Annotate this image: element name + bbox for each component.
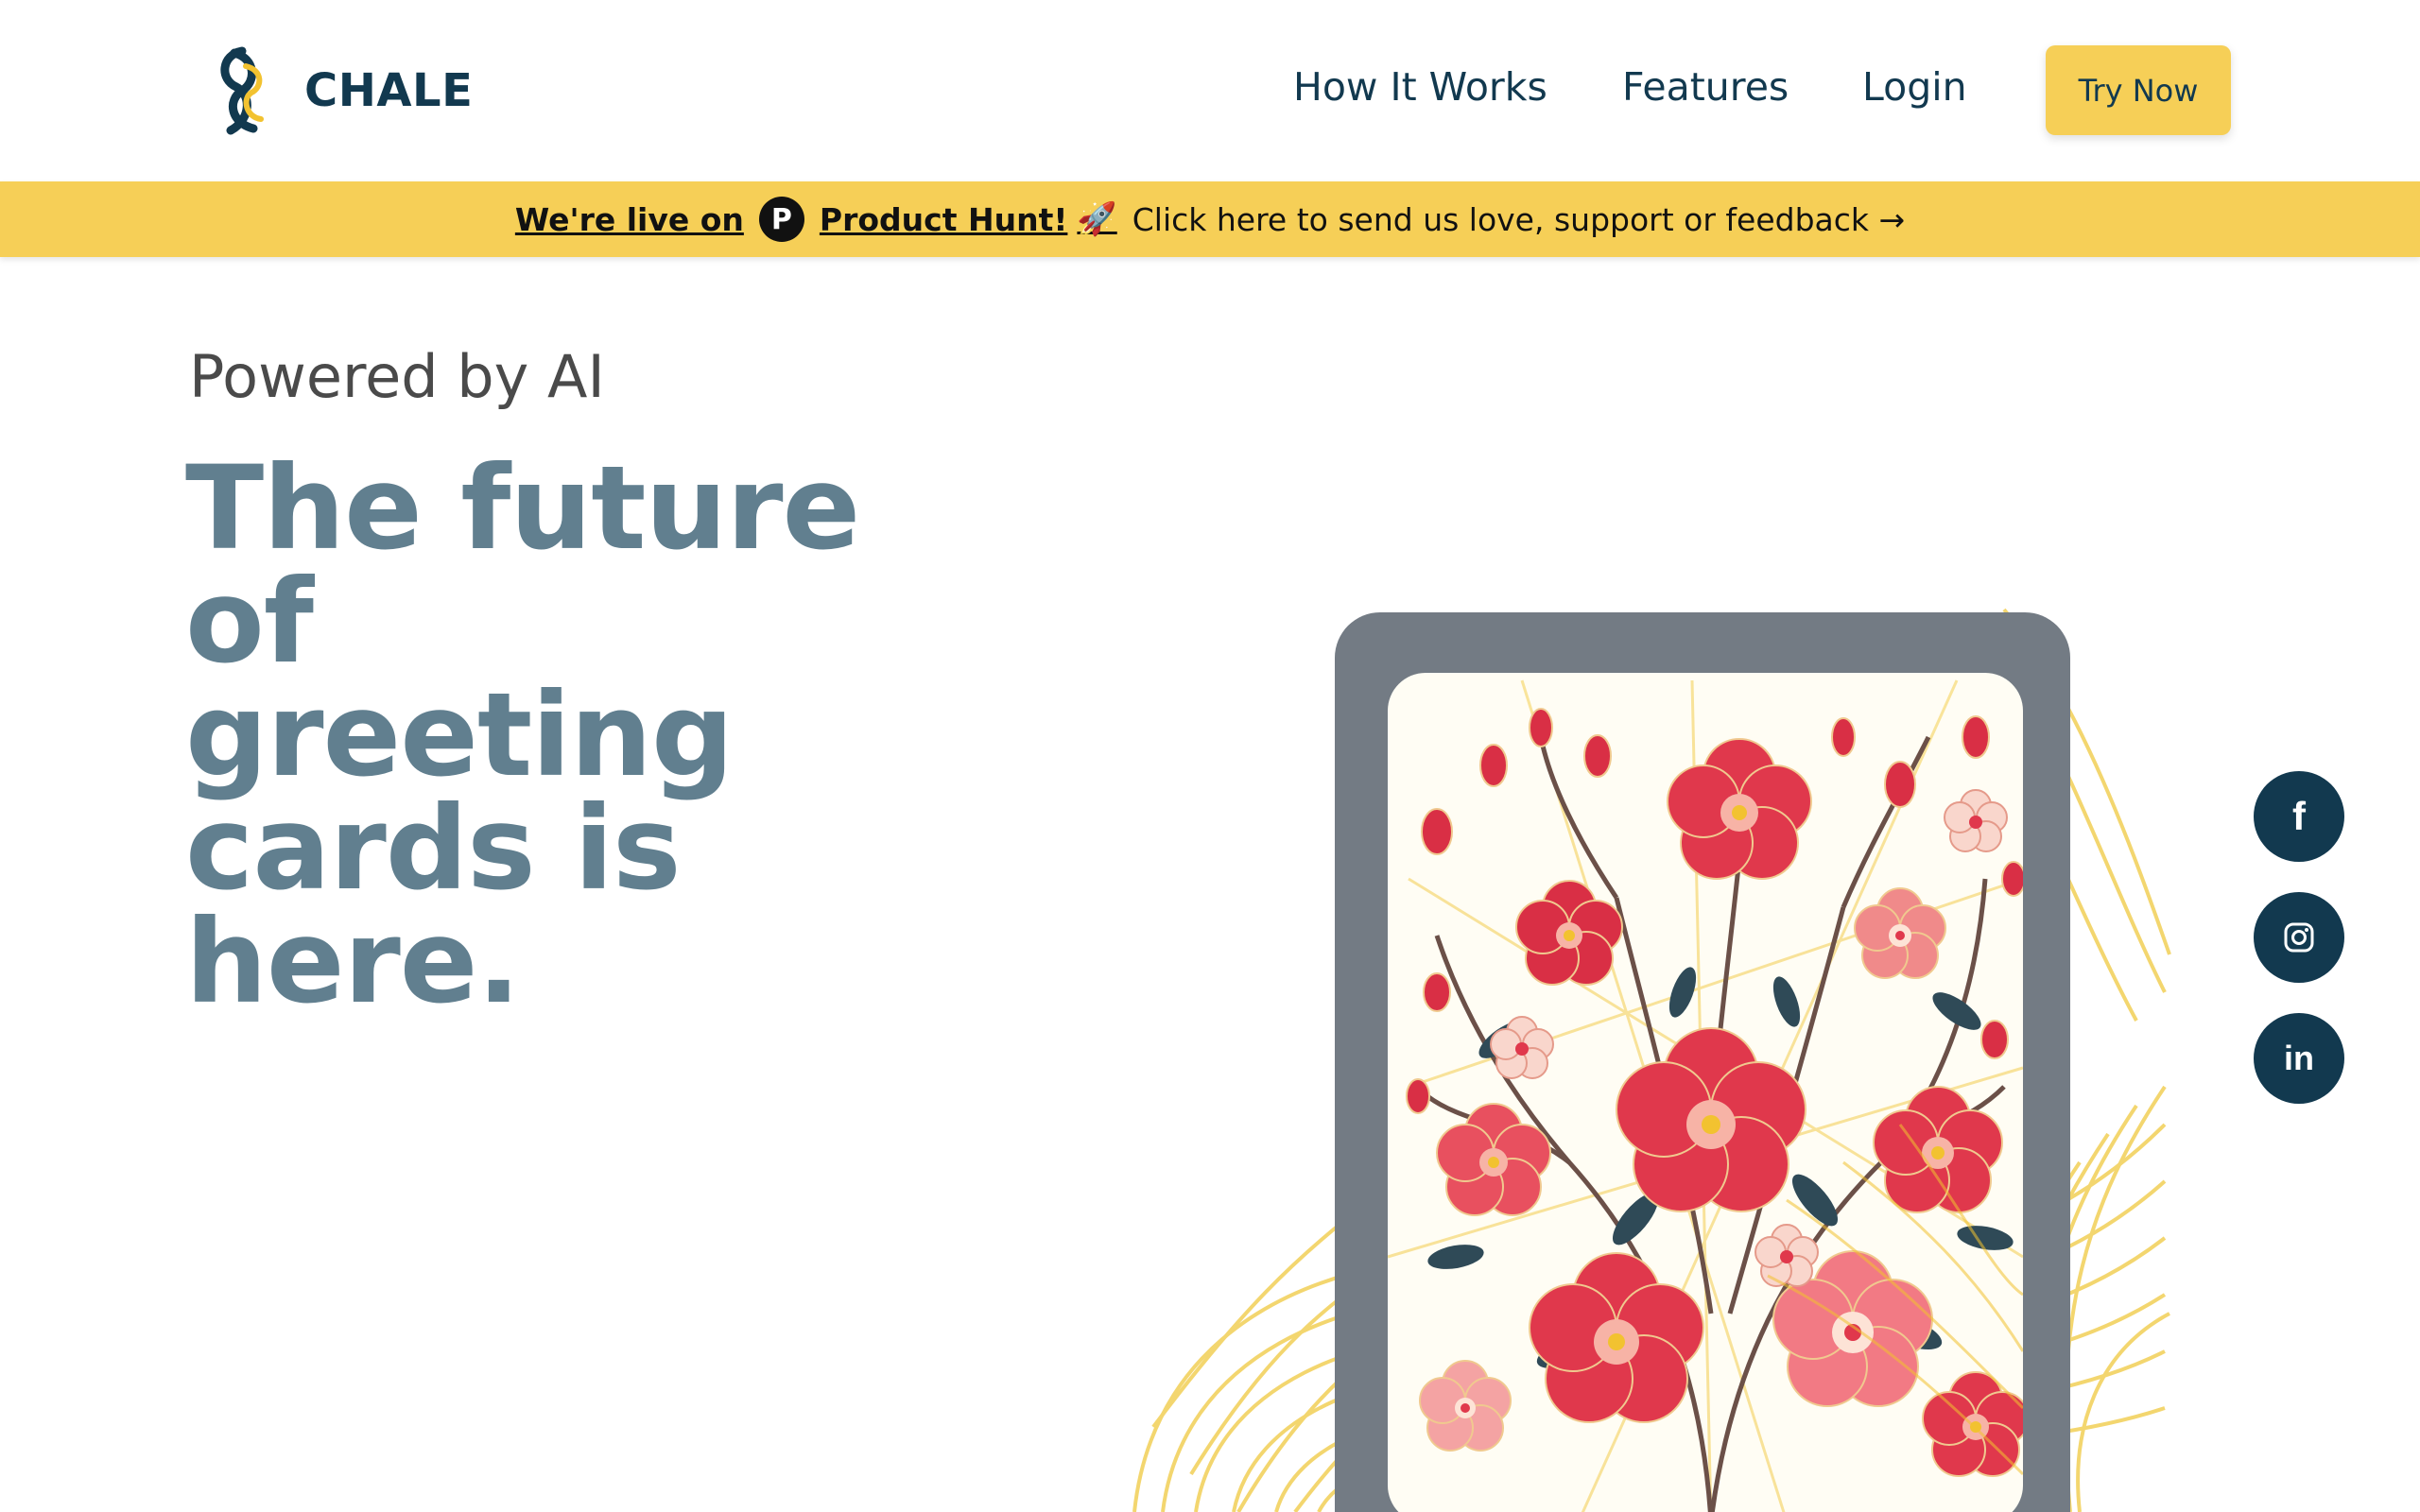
greeting-card-illustration	[1132, 608, 2171, 1512]
product-hunt-banner[interactable]: We're live on P Product Hunt! 🚀 Click he…	[0, 181, 2420, 257]
headline-line: of	[185, 555, 314, 689]
headline-line: greeting	[185, 668, 734, 802]
top-navigation: CHALE How It Works Features Login Try No…	[0, 0, 2420, 181]
product-hunt-icon: P	[758, 197, 804, 242]
linkedin-button[interactable]: in	[2254, 1013, 2344, 1104]
nav-features[interactable]: Features	[1622, 64, 1789, 110]
headline-line: The future	[185, 441, 860, 576]
headline-line: cards is	[185, 782, 682, 916]
nav-login[interactable]: Login	[1862, 64, 1967, 110]
headline-line: here.	[185, 895, 521, 1029]
instagram-button[interactable]	[2254, 892, 2344, 983]
hero-eyebrow: Powered by AI	[189, 342, 605, 411]
hero-headline: The future of greeting cards is here.	[185, 441, 904, 1029]
linkedin-icon: in	[2284, 1039, 2314, 1077]
try-now-button[interactable]: Try Now	[2046, 45, 2231, 135]
instagram-icon	[2284, 922, 2314, 953]
product-hunt-link[interactable]: Product Hunt!	[820, 201, 1068, 238]
nav-how-it-works[interactable]: How It Works	[1293, 64, 1547, 110]
banner-prefix: We're live on	[514, 200, 744, 238]
brand-logo[interactable]: CHALE	[214, 45, 473, 136]
facebook-icon: f	[2292, 794, 2306, 838]
chale-logo-icon	[220, 46, 264, 135]
brand-name: CHALE	[304, 64, 474, 117]
facebook-button[interactable]: f	[2254, 771, 2344, 862]
rocket-icon: 🚀	[1077, 200, 1117, 238]
banner-message: Click here to send us love, support or f…	[1132, 200, 1906, 238]
